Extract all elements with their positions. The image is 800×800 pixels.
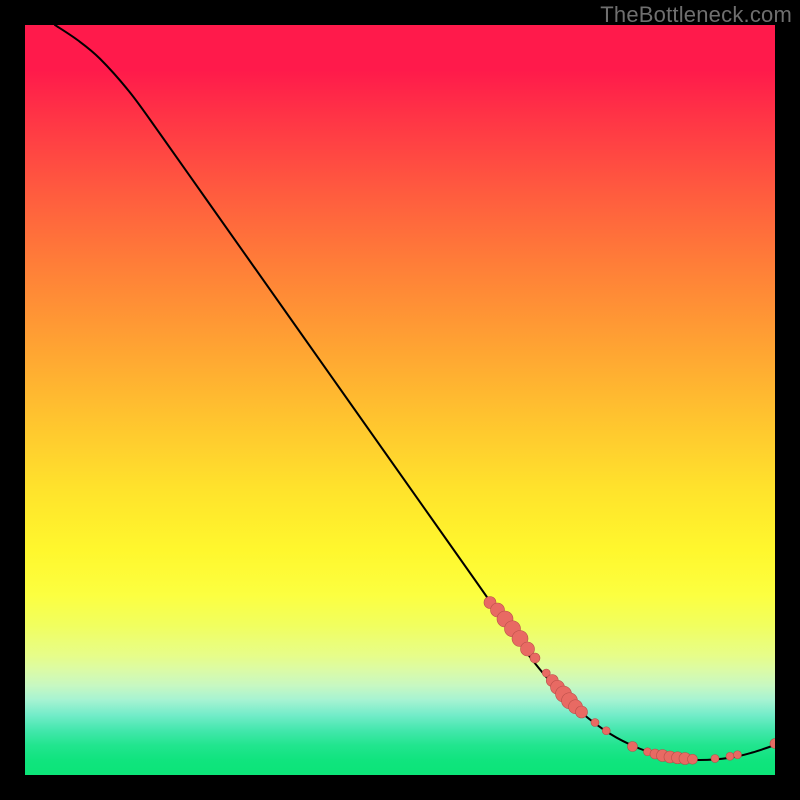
attribution-label: TheBottleneck.com [600, 2, 792, 28]
background-gradient [25, 25, 775, 775]
plot-area [25, 25, 775, 775]
chart-stage: TheBottleneck.com [0, 0, 800, 800]
